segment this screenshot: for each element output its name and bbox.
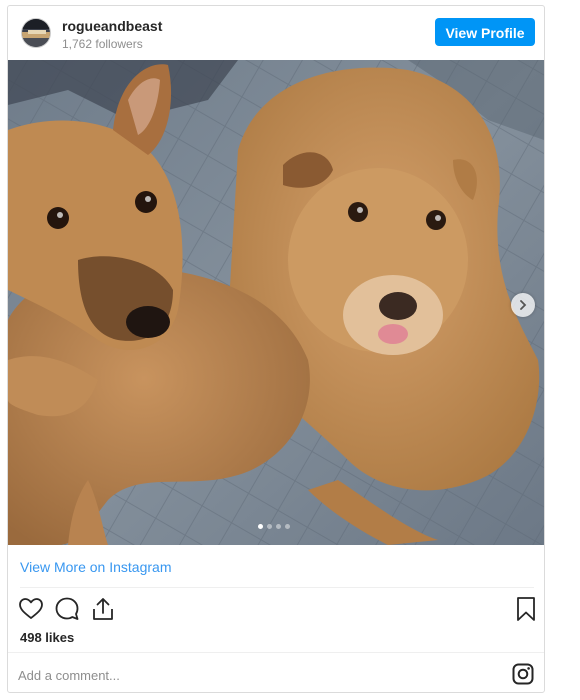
bookmark-icon[interactable] (513, 596, 539, 622)
like-count: 498 likes (20, 630, 75, 645)
divider (20, 587, 534, 588)
dogs-photo (8, 60, 544, 545)
comment-icon[interactable] (54, 596, 80, 622)
carousel-dot[interactable] (258, 524, 263, 529)
username[interactable]: rogueandbeast (62, 18, 162, 34)
divider (8, 652, 544, 653)
chevron-right-icon (520, 300, 527, 310)
avatar-image (22, 19, 50, 47)
view-more-link[interactable]: View More on Instagram (20, 559, 171, 575)
post-image[interactable] (8, 60, 544, 545)
instagram-icon[interactable] (512, 663, 534, 685)
carousel-next-button[interactable] (511, 293, 535, 317)
carousel-dot[interactable] (267, 524, 272, 529)
carousel-dot[interactable] (276, 524, 281, 529)
view-profile-button[interactable]: View Profile (435, 18, 535, 46)
instagram-embed: rogueandbeast 1,762 followers View Profi… (7, 5, 545, 693)
heart-icon[interactable] (18, 596, 44, 622)
post-header: rogueandbeast 1,762 followers View Profi… (8, 6, 544, 60)
follower-count: 1,762 followers (62, 37, 143, 51)
carousel-dot[interactable] (285, 524, 290, 529)
share-icon[interactable] (90, 596, 116, 622)
comment-input[interactable] (18, 663, 458, 687)
carousel-indicator (258, 524, 290, 529)
avatar[interactable] (21, 18, 51, 48)
